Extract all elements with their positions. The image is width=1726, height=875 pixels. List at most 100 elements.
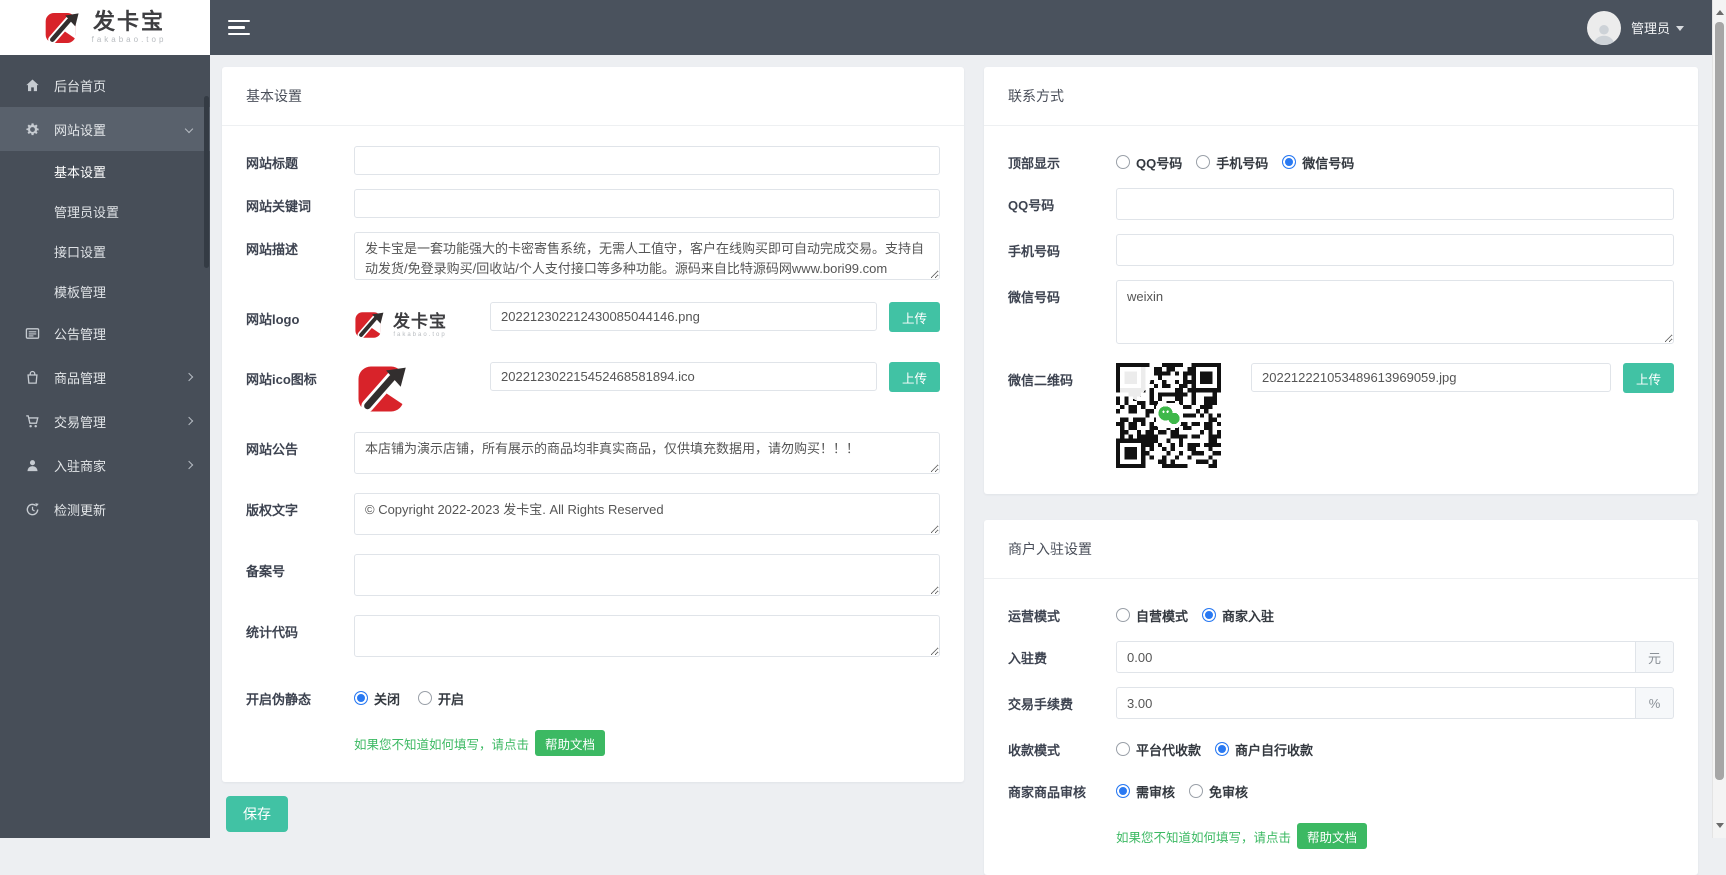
sidebar-item-label: 公告管理 [54,324,106,343]
radio-checked-icon [1116,784,1130,798]
site-ico-filename-input[interactable] [490,362,877,391]
commission-unit: % [1636,687,1674,719]
scrollbar-thumb[interactable] [1715,22,1724,780]
chevron-down-icon [1676,26,1684,35]
user-menu[interactable]: 管理员 [1587,11,1684,45]
stats-code-textarea[interactable] [354,615,940,657]
top-display-option-phone[interactable]: 手机号码 [1196,153,1268,172]
basic-settings-title: 基本设置 [222,67,964,126]
site-notice-label: 网站公告 [246,432,354,479]
site-keywords-input[interactable] [354,189,940,218]
announcement-icon [24,325,40,341]
site-title-input[interactable] [354,146,940,175]
qq-number-input[interactable] [1116,188,1674,220]
review-option-required[interactable]: 需审核 [1116,782,1175,801]
icp-textarea[interactable] [354,554,940,596]
sidebar-scrollbar-thumb[interactable] [204,96,209,268]
sidebar-item-label: 商品管理 [54,368,106,387]
qq-number-label: QQ号码 [1008,188,1116,220]
sidebar-item-check-update[interactable]: 检测更新 [0,487,210,531]
sidebar-item-site-settings[interactable]: 网站设置 [0,107,210,151]
sidebar-subitem-basic-settings[interactable]: 基本设置 [0,151,210,191]
merchant-settings-title: 商户入驻设置 [984,520,1698,579]
main-content: 基本设置 网站标题 网站关键词 网站描述 发卡宝是一套功能强大的卡密寄售系统，无… [210,55,1712,838]
review-option-exempt[interactable]: 免审核 [1189,782,1248,801]
sidebar-item-label: 后台首页 [54,76,106,95]
rewrite-option-on[interactable]: 开启 [418,689,464,708]
scroll-up-arrow[interactable] [1716,6,1724,15]
wechat-qr-label: 微信二维码 [1008,363,1116,468]
wechat-qr-image [1116,363,1221,468]
site-ico-preview [354,362,408,416]
sidebar-subitem-template-manage[interactable]: 模板管理 [0,271,210,311]
commission-input[interactable] [1116,687,1636,719]
scroll-down-arrow[interactable] [1716,823,1724,832]
radio-icon [1189,784,1203,798]
site-title-label: 网站标题 [246,146,354,175]
collection-option-merchant[interactable]: 商户自行收款 [1215,740,1313,759]
copyright-textarea[interactable]: © Copyright 2022-2023 发卡宝. All Rights Re… [354,493,940,535]
radio-checked-icon [354,691,368,705]
sidebar-item-transactions[interactable]: 交易管理 [0,399,210,443]
site-notice-textarea[interactable]: 本店铺为演示店铺，所有展示的商品均非真实商品，仅供填充数据用，请勿购买！！！ [354,432,940,474]
operation-mode-option-merchant[interactable]: 商家入驻 [1202,606,1274,625]
basic-help-doc-button[interactable]: 帮助文档 [535,730,605,756]
brand-domain: fakabao.top [92,36,167,44]
basic-settings-card: 基本设置 网站标题 网站关键词 网站描述 发卡宝是一套功能强大的卡密寄售系统，无… [222,67,964,782]
merchant-help-row: 如果您不知道如何填写，请点击 帮助文档 [1116,823,1674,849]
brand-name: 发卡宝 [93,11,165,33]
sidebar-item-merchants[interactable]: 入驻商家 [0,443,210,487]
sidebar-item-products[interactable]: 商品管理 [0,355,210,399]
radio-checked-icon [1202,608,1216,622]
radio-icon [418,691,432,705]
radio-icon [1196,155,1210,169]
site-logo-upload-button[interactable]: 上传 [889,302,940,332]
site-description-textarea[interactable]: 发卡宝是一套功能强大的卡密寄售系统，无需人工值守，客户在线购买即可自动完成交易。… [354,232,940,280]
basic-help-row: 如果您不知道如何填写，请点击 帮助文档 [354,730,940,756]
phone-number-input[interactable] [1116,234,1674,266]
site-ico-upload-button[interactable]: 上传 [889,362,940,392]
radio-checked-icon [1215,742,1229,756]
wechat-id-textarea[interactable]: weixin [1116,280,1674,344]
commission-label: 交易手续费 [1008,687,1116,719]
collection-option-platform[interactable]: 平台代收款 [1116,740,1201,759]
merchant-help-text: 如果您不知道如何填写，请点击 [1116,827,1291,846]
site-keywords-label: 网站关键词 [246,189,354,218]
entry-fee-unit: 元 [1636,641,1674,673]
wechat-qr-upload-button[interactable]: 上传 [1623,363,1674,393]
site-logo-preview: 发卡宝fakabao.top [354,302,466,348]
contact-title: 联系方式 [984,67,1698,126]
sidebar-menu: 后台首页 网站设置 基本设置 管理员设置 接口设置 模板管理 公告管理 商品管理 [0,55,210,531]
operation-mode-option-self[interactable]: 自营模式 [1116,606,1188,625]
brand-logo-icon [44,9,84,47]
site-description-label: 网站描述 [246,232,354,285]
copyright-label: 版权文字 [246,493,354,540]
radio-icon [1116,155,1130,169]
entry-fee-label: 入驻费 [1008,641,1116,673]
sidebar-item-announcements[interactable]: 公告管理 [0,311,210,355]
brand-logo[interactable]: 发卡宝 fakabao.top [0,0,210,55]
sidebar-subitem-api-settings[interactable]: 接口设置 [0,231,210,271]
sidebar-item-dashboard[interactable]: 后台首页 [0,63,210,107]
site-logo-filename-input[interactable] [490,302,877,331]
sidebar-item-label: 检测更新 [54,500,106,519]
top-display-option-wechat[interactable]: 微信号码 [1282,153,1354,172]
wechat-qr-filename-input[interactable] [1251,363,1611,392]
contact-card: 联系方式 顶部显示 QQ号码 手机号码 微信号码 QQ号码 手机号码 [984,67,1698,494]
icp-label: 备案号 [246,554,354,601]
operation-mode-label: 运营模式 [1008,599,1116,625]
menu-toggle-icon[interactable] [228,16,250,40]
sidebar-subitem-admin-settings[interactable]: 管理员设置 [0,191,210,231]
gear-icon [24,121,40,137]
entry-fee-input[interactable] [1116,641,1636,673]
rewrite-label: 开启伪静态 [246,682,354,708]
merchant-help-doc-button[interactable]: 帮助文档 [1297,823,1367,849]
save-button[interactable]: 保存 [226,796,288,832]
merchant-settings-card: 商户入驻设置 运营模式 自营模式 商家入驻 入驻费 元 [984,520,1698,875]
site-logo-label: 网站logo [246,302,354,348]
top-display-option-qq[interactable]: QQ号码 [1116,153,1182,172]
chevron-right-icon [185,417,193,425]
collection-mode-label: 收款模式 [1008,733,1116,759]
window-scrollbar[interactable] [1712,0,1726,838]
rewrite-option-off[interactable]: 关闭 [354,689,400,708]
